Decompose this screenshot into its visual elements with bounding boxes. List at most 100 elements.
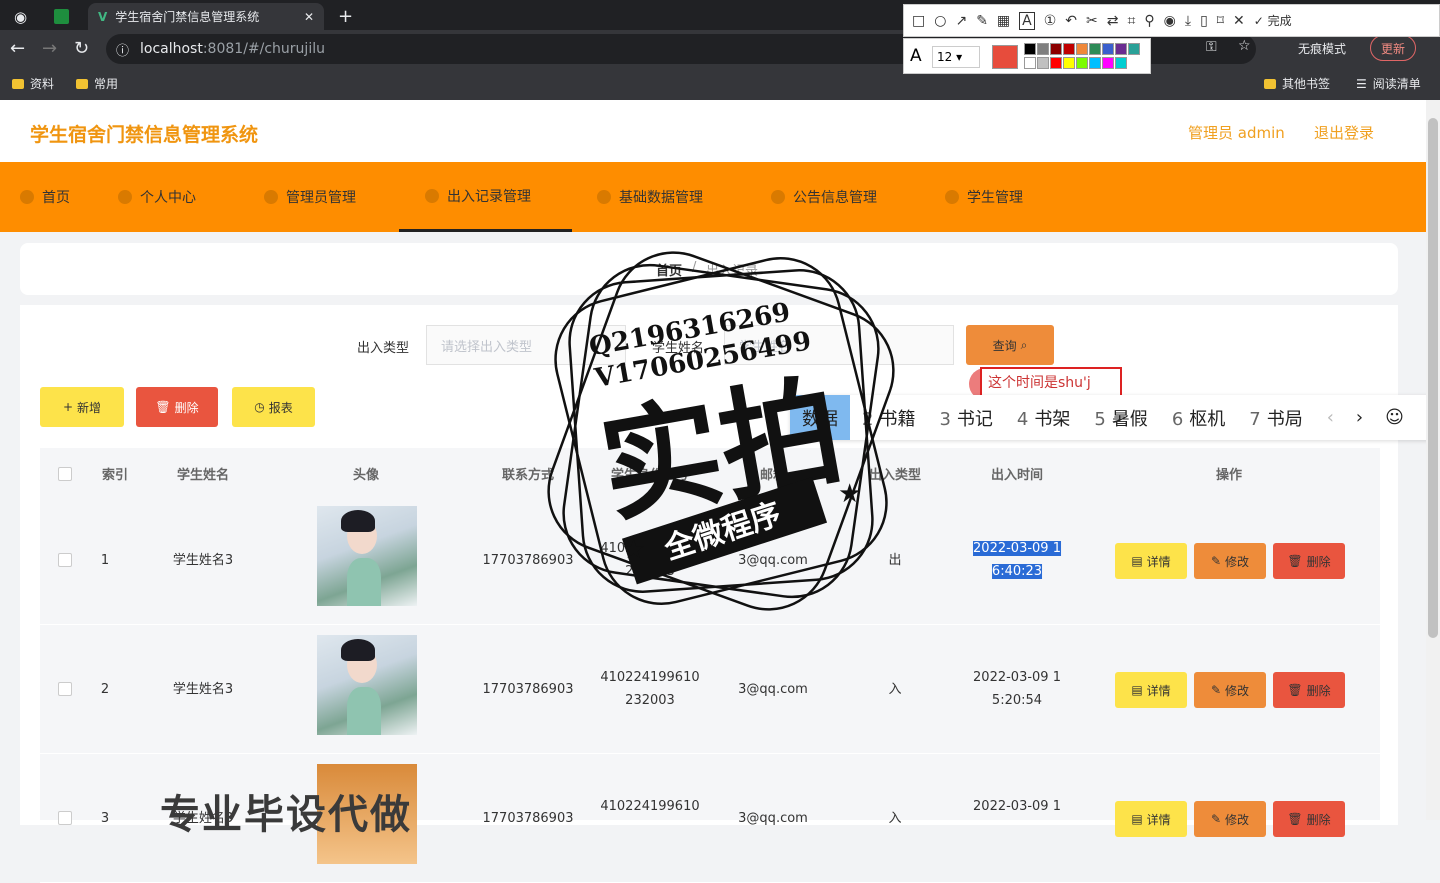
reading-list[interactable]: ☰ 阅读清单 [1356,75,1421,92]
color-swatch[interactable] [1063,43,1075,55]
detail-button[interactable]: ▤ 详情 [1115,801,1187,837]
breadcrumb-home[interactable]: 首页 [656,260,682,279]
menu-item-admin[interactable]: 管理员管理 [264,162,356,232]
undo-icon[interactable]: ↶ [1065,13,1077,29]
star-icon[interactable]: ☆ [1238,38,1251,54]
translate-icon[interactable]: ⇄ [1107,13,1119,29]
number-tool-icon[interactable]: ① [1044,13,1057,29]
color-swatch[interactable] [1063,57,1075,69]
mosaic-tool-icon[interactable]: ▦ [997,13,1010,29]
color-swatch[interactable] [1115,43,1127,55]
bookmark-other[interactable]: 其他书签 [1264,75,1330,92]
type-select[interactable]: 请选择出入类型 [426,325,626,365]
tab-close-icon[interactable]: ✕ [304,10,314,24]
color-swatch[interactable] [1102,57,1114,69]
arrow-tool-icon[interactable]: ↗ [955,13,967,29]
close-annotation-icon[interactable]: ✕ [1233,13,1245,29]
reload-icon[interactable]: ↻ [74,38,89,59]
cell-type: 入 [888,682,902,697]
annotation-text-input[interactable]: 这个时间是shu'j [980,367,1122,397]
color-swatch[interactable] [1076,43,1088,55]
forward-icon[interactable]: → [42,38,57,59]
update-button[interactable]: 更新 [1370,35,1417,61]
menu-item-basic-data[interactable]: 基础数据管理 [597,162,703,232]
color-swatch[interactable] [1076,57,1088,69]
select-all-checkbox[interactable] [58,467,72,481]
current-color-swatch[interactable] [992,45,1018,69]
color-swatch[interactable] [1102,43,1114,55]
report-button[interactable]: ◷ 报表 [232,387,315,427]
pin-icon[interactable]: ⚲ [1144,13,1154,29]
ime-candidate[interactable]: 2 书籍 [862,405,915,431]
done-button[interactable]: ✓ 完成 [1254,12,1292,29]
ellipse-tool-icon[interactable]: ○ [934,13,946,29]
edit-button[interactable]: ✎ 修改 [1194,801,1266,837]
menu-item-home[interactable]: 首页 [20,162,70,232]
menu-label: 首页 [42,190,70,206]
menu-item-students[interactable]: 学生管理 [945,162,1023,232]
font-size-select[interactable]: 12 ▾ [932,46,980,68]
color-swatch[interactable] [1050,43,1062,55]
color-swatch[interactable] [1050,57,1062,69]
color-swatch[interactable] [1128,43,1140,55]
menu-item-profile[interactable]: 个人中心 [118,162,196,232]
ime-candidate[interactable]: 3 书记 [939,405,992,431]
spreadsheet-tab-icon[interactable] [54,3,69,30]
browser-menu-icon[interactable]: ◉ [14,3,27,30]
student-icon [945,190,959,204]
pen-tool-icon[interactable]: ✎ [976,13,988,29]
detail-button[interactable]: ▤ 详情 [1115,672,1187,708]
tab-active[interactable]: V 学生宿舍门禁信息管理系统 ✕ [88,3,324,30]
record-icon[interactable]: ◉ [1164,13,1176,29]
color-swatch[interactable] [1115,57,1127,69]
ime-candidate[interactable]: 6 枢机 [1172,405,1225,431]
edit-button[interactable]: ✎ 修改 [1194,543,1266,579]
color-swatch[interactable] [1089,57,1101,69]
edit-button[interactable]: ✎ 修改 [1194,672,1266,708]
download-icon[interactable]: ⤓ [1185,13,1191,29]
ocr-icon[interactable]: ⌗ [1128,13,1136,29]
ime-next-icon[interactable]: › [1356,407,1363,428]
cell-index: 1 [100,553,110,568]
page-scrollbar[interactable] [1426,100,1440,820]
bookmark-icon[interactable]: ⌑ [1217,13,1224,29]
add-button[interactable]: + 新增 [40,387,124,427]
color-swatch[interactable] [1037,43,1049,55]
name-input[interactable]: 学生姓名 [724,325,954,365]
color-swatch[interactable] [1037,57,1049,69]
logout-link[interactable]: 退出登录 [1314,122,1374,143]
rect-tool-icon[interactable]: □ [912,13,925,29]
avatar [317,635,417,735]
ime-first-candidate[interactable]: 数据 [790,395,850,440]
query-button[interactable]: 查询 ⌕ [966,325,1054,365]
incognito-label[interactable]: 无痕模式 [1298,40,1346,57]
ime-prev-icon[interactable]: ‹ [1327,407,1334,428]
color-swatch[interactable] [1089,43,1101,55]
detail-button[interactable]: ▤ 详情 [1115,543,1187,579]
ime-emoji-icon[interactable]: ☺ [1385,407,1404,428]
delete-button[interactable]: 🗑 删除 [1273,672,1345,708]
cut-icon[interactable]: ✂ [1086,13,1098,29]
new-tab-button[interactable]: + [338,3,353,30]
ime-candidate[interactable]: 5 暑假 [1094,405,1147,431]
row-checkbox[interactable] [58,811,72,825]
phone-icon[interactable]: ▯ [1200,13,1208,29]
row-checkbox[interactable] [58,682,72,696]
menu-item-records[interactable]: 出入记录管理 [399,162,572,232]
delete-button[interactable]: 🗑 删除 [1273,801,1345,837]
ime-word: 书架 [1034,408,1071,430]
key-icon[interactable]: ⚿ [1206,39,1217,55]
row-checkbox[interactable] [58,553,72,567]
menu-item-notice[interactable]: 公告信息管理 [771,162,877,232]
bookmark-folder-ziliao[interactable]: 资料 [12,75,54,92]
ime-candidate[interactable]: 4 书架 [1017,405,1070,431]
back-icon[interactable]: ← [10,38,25,59]
bulk-delete-button[interactable]: 🗑 删除 [136,387,218,427]
ime-candidate[interactable]: 7 书局 [1249,405,1302,431]
color-swatch[interactable] [1024,43,1036,55]
scrollbar-thumb[interactable] [1428,118,1438,638]
delete-button[interactable]: 🗑 删除 [1273,543,1345,579]
text-tool-icon[interactable]: A [1019,11,1035,30]
bookmark-folder-changyong[interactable]: 常用 [76,75,118,92]
color-swatch[interactable] [1024,57,1036,69]
